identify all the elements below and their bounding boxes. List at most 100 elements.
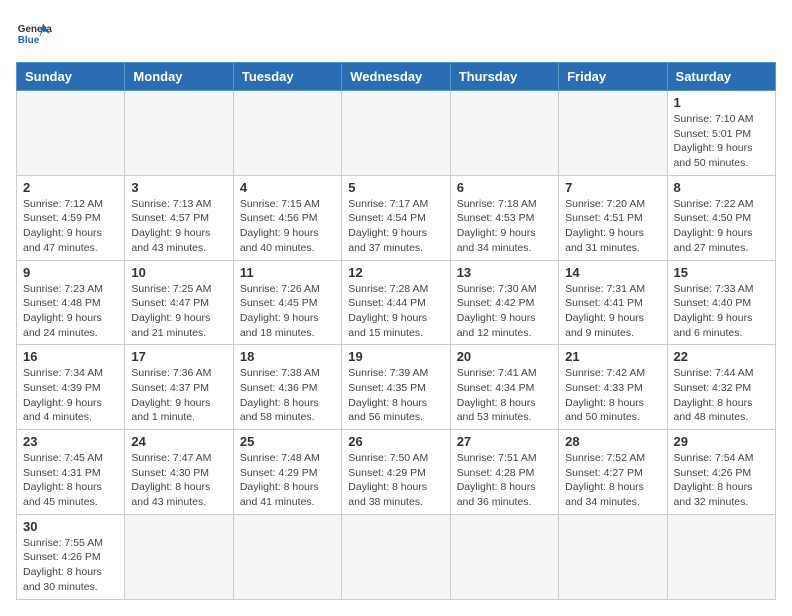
calendar-day-3: 3 Sunrise: 7:13 AMSunset: 4:57 PMDaylight… bbox=[125, 175, 233, 260]
day-sun-info: Sunrise: 7:38 AMSunset: 4:36 PMDaylight:… bbox=[240, 366, 335, 425]
day-number: 29 bbox=[674, 434, 769, 449]
day-number: 15 bbox=[674, 265, 769, 280]
day-number: 4 bbox=[240, 180, 335, 195]
day-number: 28 bbox=[565, 434, 660, 449]
day-number: 8 bbox=[674, 180, 769, 195]
col-header-tuesday: Tuesday bbox=[233, 63, 341, 91]
day-sun-info: Sunrise: 7:51 AMSunset: 4:28 PMDaylight:… bbox=[457, 451, 552, 510]
day-sun-info: Sunrise: 7:17 AMSunset: 4:54 PMDaylight:… bbox=[348, 197, 443, 256]
day-sun-info: Sunrise: 7:50 AMSunset: 4:29 PMDaylight:… bbox=[348, 451, 443, 510]
calendar-day-15: 15 Sunrise: 7:33 AMSunset: 4:40 PMDayligh… bbox=[667, 260, 775, 345]
day-number: 6 bbox=[457, 180, 552, 195]
day-number: 3 bbox=[131, 180, 226, 195]
day-number: 13 bbox=[457, 265, 552, 280]
calendar-empty-cell bbox=[233, 91, 341, 176]
day-sun-info: Sunrise: 7:33 AMSunset: 4:40 PMDaylight:… bbox=[674, 282, 769, 341]
day-sun-info: Sunrise: 7:42 AMSunset: 4:33 PMDaylight:… bbox=[565, 366, 660, 425]
calendar-empty-cell bbox=[559, 514, 667, 599]
day-number: 1 bbox=[674, 95, 769, 110]
day-sun-info: Sunrise: 7:55 AMSunset: 4:26 PMDaylight:… bbox=[23, 536, 118, 595]
calendar-day-17: 17 Sunrise: 7:36 AMSunset: 4:37 PMDayligh… bbox=[125, 345, 233, 430]
generalblue-logo-icon: General Blue bbox=[16, 16, 52, 52]
day-number: 18 bbox=[240, 349, 335, 364]
calendar-day-14: 14Sunrise: 7:31 AMSunset: 4:41 PMDayligh… bbox=[559, 260, 667, 345]
col-header-thursday: Thursday bbox=[450, 63, 558, 91]
day-number: 5 bbox=[348, 180, 443, 195]
day-sun-info: Sunrise: 7:28 AMSunset: 4:44 PMDaylight:… bbox=[348, 282, 443, 341]
day-number: 24 bbox=[131, 434, 226, 449]
day-sun-info: Sunrise: 7:54 AMSunset: 4:26 PMDaylight:… bbox=[674, 451, 769, 510]
day-sun-info: Sunrise: 7:34 AMSunset: 4:39 PMDaylight:… bbox=[23, 366, 118, 425]
day-sun-info: Sunrise: 7:47 AMSunset: 4:30 PMDaylight:… bbox=[131, 451, 226, 510]
day-sun-info: Sunrise: 7:39 AMSunset: 4:35 PMDaylight:… bbox=[348, 366, 443, 425]
day-number: 14 bbox=[565, 265, 660, 280]
day-number: 27 bbox=[457, 434, 552, 449]
day-sun-info: Sunrise: 7:15 AMSunset: 4:56 PMDaylight:… bbox=[240, 197, 335, 256]
calendar-empty-cell bbox=[233, 514, 341, 599]
calendar-day-10: 10Sunrise: 7:25 AMSunset: 4:47 PMDayligh… bbox=[125, 260, 233, 345]
day-sun-info: Sunrise: 7:23 AMSunset: 4:48 PMDaylight:… bbox=[23, 282, 118, 341]
day-number: 19 bbox=[348, 349, 443, 364]
calendar-week-row: 9Sunrise: 7:23 AMSunset: 4:48 PMDaylight… bbox=[17, 260, 776, 345]
day-sun-info: Sunrise: 7:30 AMSunset: 4:42 PMDaylight:… bbox=[457, 282, 552, 341]
calendar-empty-cell bbox=[559, 91, 667, 176]
calendar-empty-cell bbox=[17, 91, 125, 176]
day-number: 17 bbox=[131, 349, 226, 364]
calendar-day-16: 16Sunrise: 7:34 AMSunset: 4:39 PMDayligh… bbox=[17, 345, 125, 430]
calendar-empty-cell bbox=[667, 514, 775, 599]
calendar-day-12: 12 Sunrise: 7:28 AMSunset: 4:44 PMDayligh… bbox=[342, 260, 450, 345]
day-sun-info: Sunrise: 7:48 AMSunset: 4:29 PMDaylight:… bbox=[240, 451, 335, 510]
calendar-week-row: 23 Sunrise: 7:45 AMSunset: 4:31 PMDayligh… bbox=[17, 430, 776, 515]
col-header-friday: Friday bbox=[559, 63, 667, 91]
day-sun-info: Sunrise: 7:13 AMSunset: 4:57 PMDaylight:… bbox=[131, 197, 226, 256]
calendar-day-4: 4 Sunrise: 7:15 AMSunset: 4:56 PMDaylight… bbox=[233, 175, 341, 260]
calendar-day-27: 27 Sunrise: 7:51 AMSunset: 4:28 PMDayligh… bbox=[450, 430, 558, 515]
day-number: 25 bbox=[240, 434, 335, 449]
day-number: 12 bbox=[348, 265, 443, 280]
calendar-week-row: 30Sunrise: 7:55 AMSunset: 4:26 PMDayligh… bbox=[17, 514, 776, 599]
logo: General Blue bbox=[16, 16, 52, 52]
day-number: 23 bbox=[23, 434, 118, 449]
day-number: 26 bbox=[348, 434, 443, 449]
calendar-day-2: 2Sunrise: 7:12 AMSunset: 4:59 PMDaylight… bbox=[17, 175, 125, 260]
calendar-table: SundayMondayTuesdayWednesdayThursdayFrid… bbox=[16, 62, 776, 600]
calendar-day-24: 24 Sunrise: 7:47 AMSunset: 4:30 PMDayligh… bbox=[125, 430, 233, 515]
calendar-day-22: 22 Sunrise: 7:44 AMSunset: 4:32 PMDayligh… bbox=[667, 345, 775, 430]
day-sun-info: Sunrise: 7:22 AMSunset: 4:50 PMDaylight:… bbox=[674, 197, 769, 256]
calendar-empty-cell bbox=[450, 514, 558, 599]
calendar-empty-cell bbox=[342, 91, 450, 176]
day-number: 7 bbox=[565, 180, 660, 195]
calendar-day-23: 23 Sunrise: 7:45 AMSunset: 4:31 PMDayligh… bbox=[17, 430, 125, 515]
calendar-day-5: 5 Sunrise: 7:17 AMSunset: 4:54 PMDaylight… bbox=[342, 175, 450, 260]
day-sun-info: Sunrise: 7:18 AMSunset: 4:53 PMDaylight:… bbox=[457, 197, 552, 256]
day-number: 21 bbox=[565, 349, 660, 364]
calendar-day-29: 29 Sunrise: 7:54 AMSunset: 4:26 PMDayligh… bbox=[667, 430, 775, 515]
calendar-day-30: 30Sunrise: 7:55 AMSunset: 4:26 PMDayligh… bbox=[17, 514, 125, 599]
calendar-empty-cell bbox=[125, 514, 233, 599]
calendar-header-row: SundayMondayTuesdayWednesdayThursdayFrid… bbox=[17, 63, 776, 91]
calendar-day-21: 21 Sunrise: 7:42 AMSunset: 4:33 PMDayligh… bbox=[559, 345, 667, 430]
day-number: 11 bbox=[240, 265, 335, 280]
day-sun-info: Sunrise: 7:36 AMSunset: 4:37 PMDaylight:… bbox=[131, 366, 226, 425]
calendar-day-28: 28Sunrise: 7:52 AMSunset: 4:27 PMDayligh… bbox=[559, 430, 667, 515]
day-sun-info: Sunrise: 7:25 AMSunset: 4:47 PMDaylight:… bbox=[131, 282, 226, 341]
day-sun-info: Sunrise: 7:20 AMSunset: 4:51 PMDaylight:… bbox=[565, 197, 660, 256]
calendar-day-13: 13 Sunrise: 7:30 AMSunset: 4:42 PMDayligh… bbox=[450, 260, 558, 345]
calendar-day-25: 25 Sunrise: 7:48 AMSunset: 4:29 PMDayligh… bbox=[233, 430, 341, 515]
calendar-day-8: 8 Sunrise: 7:22 AMSunset: 4:50 PMDaylight… bbox=[667, 175, 775, 260]
calendar-day-26: 26 Sunrise: 7:50 AMSunset: 4:29 PMDayligh… bbox=[342, 430, 450, 515]
day-sun-info: Sunrise: 7:45 AMSunset: 4:31 PMDaylight:… bbox=[23, 451, 118, 510]
calendar-week-row: 2Sunrise: 7:12 AMSunset: 4:59 PMDaylight… bbox=[17, 175, 776, 260]
calendar-day-11: 11 Sunrise: 7:26 AMSunset: 4:45 PMDayligh… bbox=[233, 260, 341, 345]
calendar-day-6: 6 Sunrise: 7:18 AMSunset: 4:53 PMDaylight… bbox=[450, 175, 558, 260]
calendar-empty-cell bbox=[125, 91, 233, 176]
calendar-empty-cell bbox=[342, 514, 450, 599]
day-number: 2 bbox=[23, 180, 118, 195]
day-sun-info: Sunrise: 7:26 AMSunset: 4:45 PMDaylight:… bbox=[240, 282, 335, 341]
day-number: 22 bbox=[674, 349, 769, 364]
calendar-day-7: 7 Sunrise: 7:20 AMSunset: 4:51 PMDaylight… bbox=[559, 175, 667, 260]
day-sun-info: Sunrise: 7:41 AMSunset: 4:34 PMDaylight:… bbox=[457, 366, 552, 425]
calendar-day-19: 19 Sunrise: 7:39 AMSunset: 4:35 PMDayligh… bbox=[342, 345, 450, 430]
calendar-week-row: 1Sunrise: 7:10 AMSunset: 5:01 PMDaylight… bbox=[17, 91, 776, 176]
day-sun-info: Sunrise: 7:44 AMSunset: 4:32 PMDaylight:… bbox=[674, 366, 769, 425]
